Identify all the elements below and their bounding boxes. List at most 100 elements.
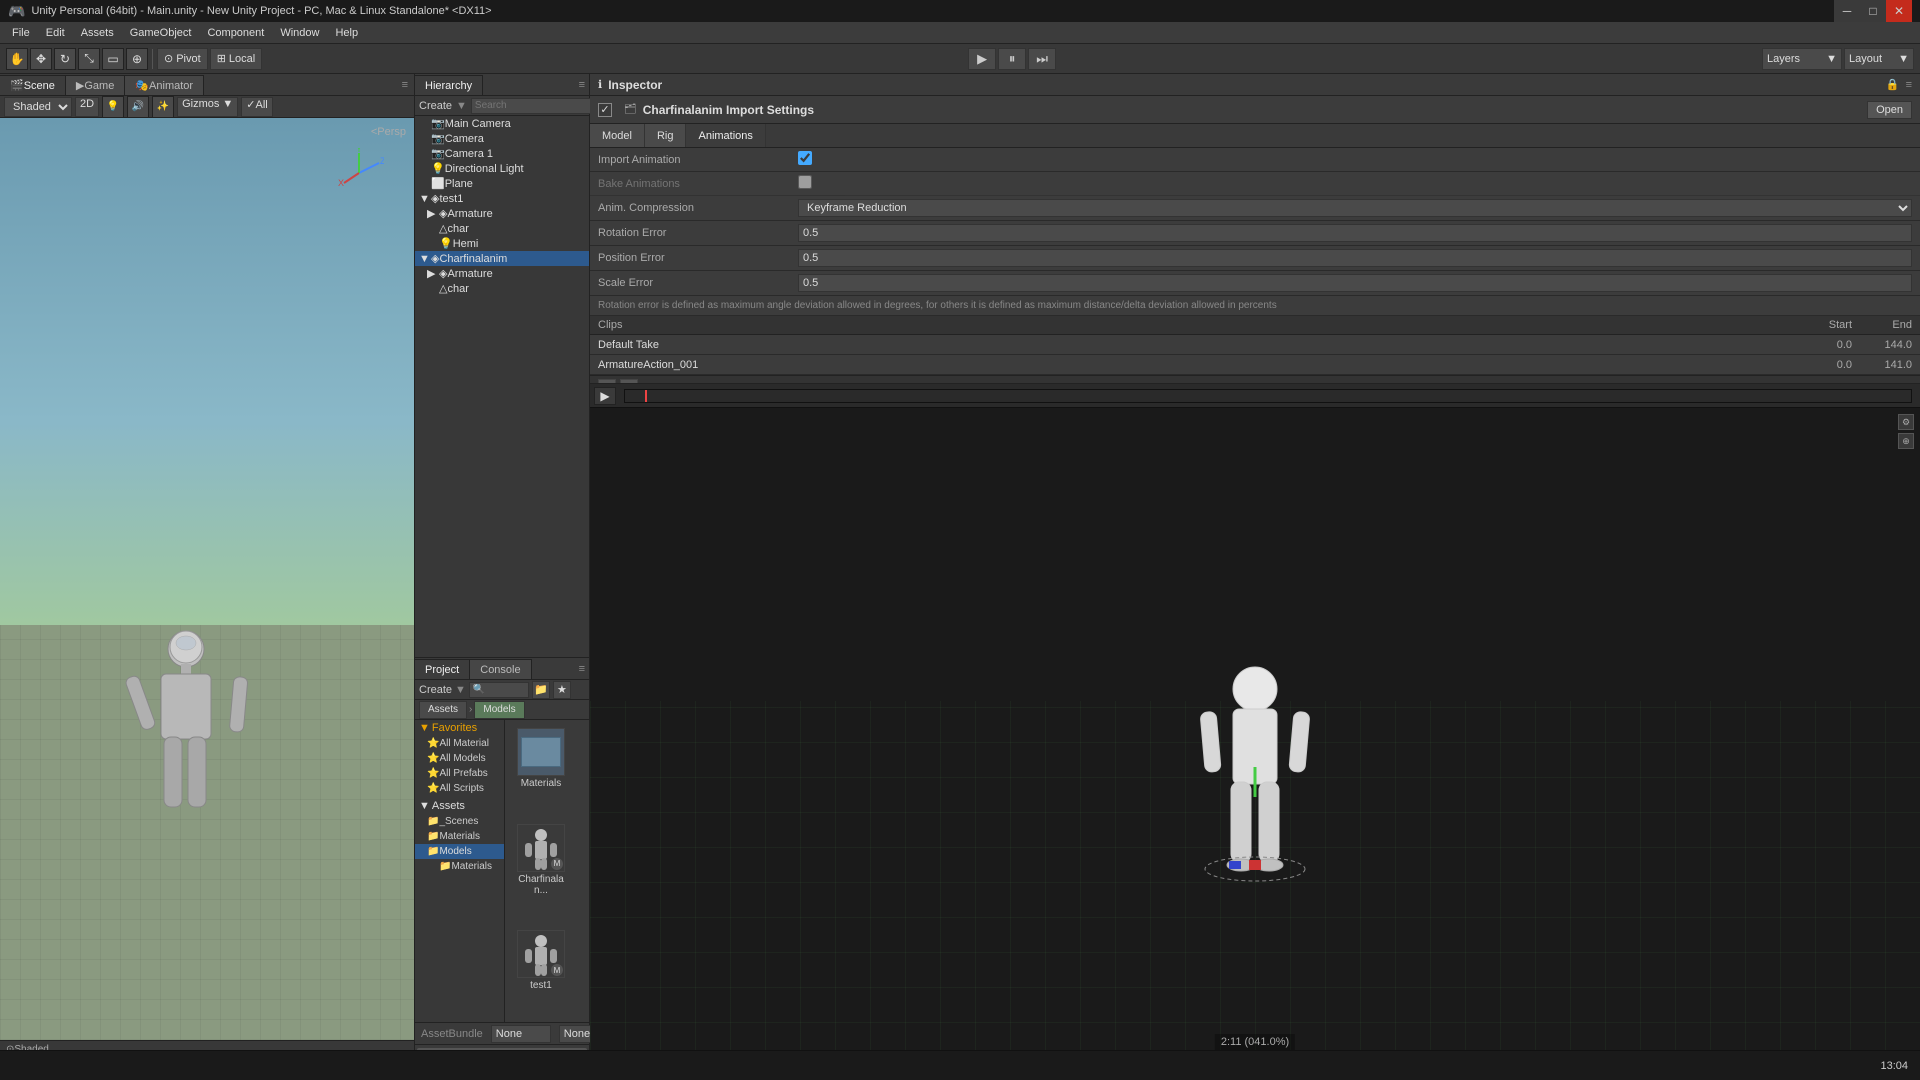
model-indicator: M <box>551 858 563 870</box>
inspector-tab-model[interactable]: Model <box>590 124 645 147</box>
hierarchy-item-armature2[interactable]: ▶ ◈ Armature <box>415 266 589 281</box>
position-error-input[interactable] <box>798 249 1912 267</box>
scene-fx-icon[interactable]: ✨ <box>152 96 174 118</box>
inspector-lock-icon[interactable]: 🔒 <box>1886 78 1900 91</box>
hierarchy-item-hemi[interactable]: 💡 Hemi <box>415 236 589 251</box>
hierarchy-item-plane[interactable]: ⬜ Plane <box>415 176 589 191</box>
transform-tool-button[interactable]: ⊕ <box>126 48 148 70</box>
layout-arrow-icon: ▼ <box>1898 53 1909 65</box>
tab-hierarchy[interactable]: Hierarchy <box>415 75 483 95</box>
rotate-tool-button[interactable]: ↻ <box>54 48 76 70</box>
hierarchy-item-charfinalanim[interactable]: ▼ ◈ Charfinalanim <box>415 251 589 266</box>
tab-game[interactable]: ▶ Game <box>66 75 125 95</box>
clip-row-defaulttake[interactable]: Default Take 0.0 144.0 <box>590 335 1920 355</box>
inspector-tab-animations[interactable]: Animations <box>686 124 765 147</box>
tab-scene[interactable]: 🎬 Scene <box>0 75 66 95</box>
hierarchy-item-test1[interactable]: ▼ ◈ test1 <box>415 191 589 206</box>
hierarchy-item-directionallight[interactable]: 💡 Directional Light <box>415 161 589 176</box>
anim-play-button[interactable]: ▶ <box>594 387 616 405</box>
anim-timeline-track[interactable] <box>624 389 1912 403</box>
scale-error-input[interactable] <box>798 274 1912 292</box>
hierarchy-item-char2[interactable]: △ char <box>415 281 589 296</box>
hierarchy-create-arrow[interactable]: ▼ <box>456 100 467 112</box>
menu-window[interactable]: Window <box>272 25 327 41</box>
clip-armatureaction-name: ArmatureAction_001 <box>598 359 1792 371</box>
project-item-allmodels[interactable]: ⭐ All Models <box>415 751 504 766</box>
inspector-tab-rig[interactable]: Rig <box>645 124 687 147</box>
scale-tool-button[interactable]: ⤡ <box>78 48 100 70</box>
hierarchy-menu-icon[interactable]: ≡ <box>575 79 589 91</box>
close-button[interactable]: ✕ <box>1886 0 1912 22</box>
scene-view[interactable]: Z Y X <Persp <box>0 118 414 1040</box>
asset-test1[interactable]: M test1 <box>509 926 573 1018</box>
scene-panel-menu-icon[interactable]: ≡ <box>396 79 414 91</box>
project-item-allmaterial[interactable]: ⭐ All Material <box>415 736 504 751</box>
hierarchy-item-camera[interactable]: 📷 Camera <box>415 131 589 146</box>
assets-section[interactable]: ▼ Assets <box>415 798 504 814</box>
hierarchy-item-camera1[interactable]: 📷 Camera 1 <box>415 146 589 161</box>
clip-row-armatureaction[interactable]: ArmatureAction_001 0.0 141.0 <box>590 355 1920 375</box>
tab-project[interactable]: Project <box>415 659 470 679</box>
pause-button[interactable]: ⏸ <box>998 48 1026 70</box>
minimize-button[interactable]: ─ <box>1834 0 1860 22</box>
gizmos-button[interactable]: Gizmos ▼ <box>177 97 238 117</box>
shaded-dropdown[interactable]: Shaded <box>4 97 72 117</box>
import-animation-checkbox[interactable] <box>798 151 812 165</box>
menu-assets[interactable]: Assets <box>73 25 122 41</box>
scene-lighting-icon[interactable]: 💡 <box>102 96 124 118</box>
layout-dropdown[interactable]: Layout ▼ <box>1844 48 1914 70</box>
2d-button[interactable]: 2D <box>75 97 99 117</box>
menu-help[interactable]: Help <box>327 25 366 41</box>
test1-icon: ◈ <box>431 192 439 205</box>
asset-charfinalanim[interactable]: M Charfinalan... <box>509 820 573 923</box>
project-item-scenes[interactable]: 📁 _Scenes <box>415 814 504 829</box>
step-button[interactable]: ⏭ <box>1028 48 1056 70</box>
local-button[interactable]: ⊞ Local <box>210 48 263 70</box>
all-layers-button[interactable]: ✓All <box>241 97 272 117</box>
preview-zoom-icon[interactable]: ⊕ <box>1898 433 1914 449</box>
rotation-error-input[interactable] <box>798 224 1912 242</box>
models-tab[interactable]: Models <box>474 701 524 719</box>
menu-edit[interactable]: Edit <box>38 25 73 41</box>
object-active-checkbox[interactable]: ✓ <box>598 103 612 117</box>
project-folder-icon[interactable]: 📁 <box>532 681 550 699</box>
rect-tool-button[interactable]: ▭ <box>102 48 124 70</box>
favorites-section[interactable]: ▼ Favorites <box>415 720 504 736</box>
play-button[interactable]: ▶ <box>968 48 996 70</box>
preview-settings-icon[interactable]: ⚙ <box>1898 414 1914 430</box>
project-star-icon[interactable]: ★ <box>553 681 571 699</box>
asset-materials[interactable]: Materials <box>509 724 573 816</box>
hierarchy-item-maincamera[interactable]: 📷 Main Camera <box>415 116 589 131</box>
project-create-arrow[interactable]: ▼ <box>455 684 466 696</box>
assetbundle-value[interactable]: None <box>491 1025 551 1043</box>
project-create-button[interactable]: Create <box>419 684 452 696</box>
materials-preview <box>521 737 561 767</box>
menu-gameobject[interactable]: GameObject <box>122 25 200 41</box>
scene-tab-icon: 🎬 <box>10 79 24 92</box>
project-item-materials-sub[interactable]: 📁 Materials <box>415 859 504 874</box>
maximize-button[interactable]: □ <box>1860 0 1886 22</box>
move-tool-button[interactable]: ✥ <box>30 48 52 70</box>
project-menu-icon[interactable]: ≡ <box>575 663 589 675</box>
project-item-allscripts[interactable]: ⭐ All Scripts <box>415 781 504 796</box>
inspector-open-button[interactable]: Open <box>1867 101 1912 119</box>
assets-tab[interactable]: Assets <box>419 701 467 719</box>
hierarchy-item-armature1[interactable]: ▶ ◈ Armature <box>415 206 589 221</box>
project-search-input[interactable] <box>469 682 529 698</box>
menu-component[interactable]: Component <box>199 25 272 41</box>
project-item-materials[interactable]: 📁 Materials <box>415 829 504 844</box>
pivot-button[interactable]: ⊙ Pivot <box>157 48 208 70</box>
bake-animations-checkbox[interactable] <box>798 175 812 189</box>
layers-dropdown[interactable]: Layers ▼ <box>1762 48 1842 70</box>
project-item-models-selected[interactable]: 📁 Models <box>415 844 504 859</box>
anim-compression-select[interactable]: Keyframe Reduction <box>798 199 1912 217</box>
hierarchy-create-button[interactable]: Create <box>419 100 452 112</box>
inspector-menu-icon[interactable]: ≡ <box>1906 79 1912 91</box>
tab-console[interactable]: Console <box>470 659 531 679</box>
menu-file[interactable]: File <box>4 25 38 41</box>
scene-audio-icon[interactable]: 🔊 <box>127 96 149 118</box>
hierarchy-item-char1[interactable]: △ char <box>415 221 589 236</box>
project-item-allprefabs[interactable]: ⭐ All Prefabs <box>415 766 504 781</box>
hand-tool-button[interactable]: ✋ <box>6 48 28 70</box>
tab-animator[interactable]: 🎭 Animator <box>125 75 204 95</box>
